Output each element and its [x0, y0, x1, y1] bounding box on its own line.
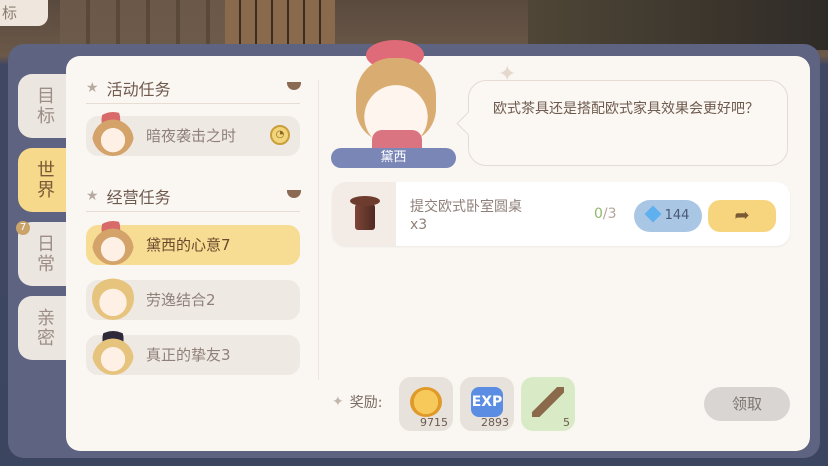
- progress-total: /3: [602, 206, 617, 222]
- business-section-title: 经营任务: [106, 188, 171, 207]
- character-body: [372, 130, 422, 150]
- exp-icon: EXP: [471, 387, 503, 417]
- background-door: [225, 0, 335, 46]
- side-tab-goals[interactable]: 目标: [18, 74, 70, 138]
- task-name: 劳逸结合2: [146, 291, 216, 309]
- business-section-header: ★ 经营任务: [86, 184, 171, 208]
- avatar: [92, 221, 134, 265]
- reward-amount: 5: [563, 416, 570, 429]
- reward-wood[interactable]: 5: [521, 377, 575, 431]
- reward-header: ✦ 奖励:: [332, 392, 382, 412]
- submit-item-name: 提交欧式卧室圆桌: [410, 199, 522, 215]
- side-tab-world[interactable]: 世界: [18, 148, 70, 212]
- activity-section-title: 活动任务: [106, 80, 171, 99]
- column-divider: [318, 80, 319, 380]
- progress-current: 0: [594, 206, 603, 222]
- star-icon: ★: [86, 80, 99, 96]
- submit-item-qty: x3: [410, 217, 428, 233]
- task-item-night-raid[interactable]: 暗夜袭击之时 ◔: [86, 112, 300, 156]
- wood-log-icon: [532, 387, 564, 417]
- star-icon: ★: [86, 188, 99, 204]
- gem-cost: 144: [664, 208, 690, 223]
- claim-button[interactable]: 领取: [704, 387, 790, 421]
- task-item-true-friend[interactable]: 真正的挚友3: [86, 331, 300, 375]
- gem-buy-button[interactable]: 144: [634, 200, 702, 232]
- avatar: [92, 112, 134, 156]
- section-divider: [86, 211, 300, 212]
- dialog-bubble: 欧式茶具还是搭配欧式家具效果会更好吧？: [456, 80, 788, 166]
- character-portrait: [342, 38, 452, 150]
- top-tab[interactable]: 标: [0, 0, 48, 26]
- sparkle-icon: ✦: [332, 394, 344, 410]
- diamond-icon: [644, 205, 662, 223]
- go-button[interactable]: ➦: [708, 200, 776, 232]
- task-item-work-life-balance[interactable]: 劳逸结合2: [86, 276, 300, 320]
- avatar: [92, 276, 134, 320]
- section-divider: [86, 103, 300, 104]
- reward-label: 奖励:: [349, 395, 383, 411]
- reward-amount: 2893: [481, 416, 509, 429]
- clock-icon: ◔: [270, 125, 290, 145]
- task-name: 暗夜袭击之时: [146, 127, 237, 145]
- background-furniture: [528, 0, 828, 50]
- dialog-text: 欧式茶具还是搭配欧式家具效果会更好吧？: [493, 101, 759, 117]
- submit-description: 提交欧式卧室圆桌 x3: [410, 198, 522, 234]
- submit-progress: 0/3: [594, 206, 617, 222]
- coin-icon: [410, 387, 442, 417]
- task-name: 黛西的心意7: [146, 236, 231, 254]
- daily-count-badge: 7: [16, 221, 30, 235]
- side-tab-intimacy[interactable]: 亲密: [18, 296, 70, 360]
- round-table-icon: [350, 196, 380, 232]
- task-item-daisy-heart[interactable]: 黛西的心意7: [86, 221, 300, 265]
- reward-exp[interactable]: EXP 2893: [460, 377, 514, 431]
- submit-item-row: 提交欧式卧室圆桌 x3 0/3 144 ➦: [332, 182, 790, 246]
- item-slot: [332, 182, 396, 246]
- avatar: [92, 331, 134, 375]
- arrow-right-icon: ➦: [734, 205, 750, 226]
- task-name: 真正的挚友3: [146, 346, 231, 364]
- activity-section-header: ★ 活动任务: [86, 76, 171, 100]
- reward-coin[interactable]: 9715: [399, 377, 453, 431]
- reward-amount: 9715: [420, 416, 448, 429]
- character-name: 黛西: [331, 148, 456, 168]
